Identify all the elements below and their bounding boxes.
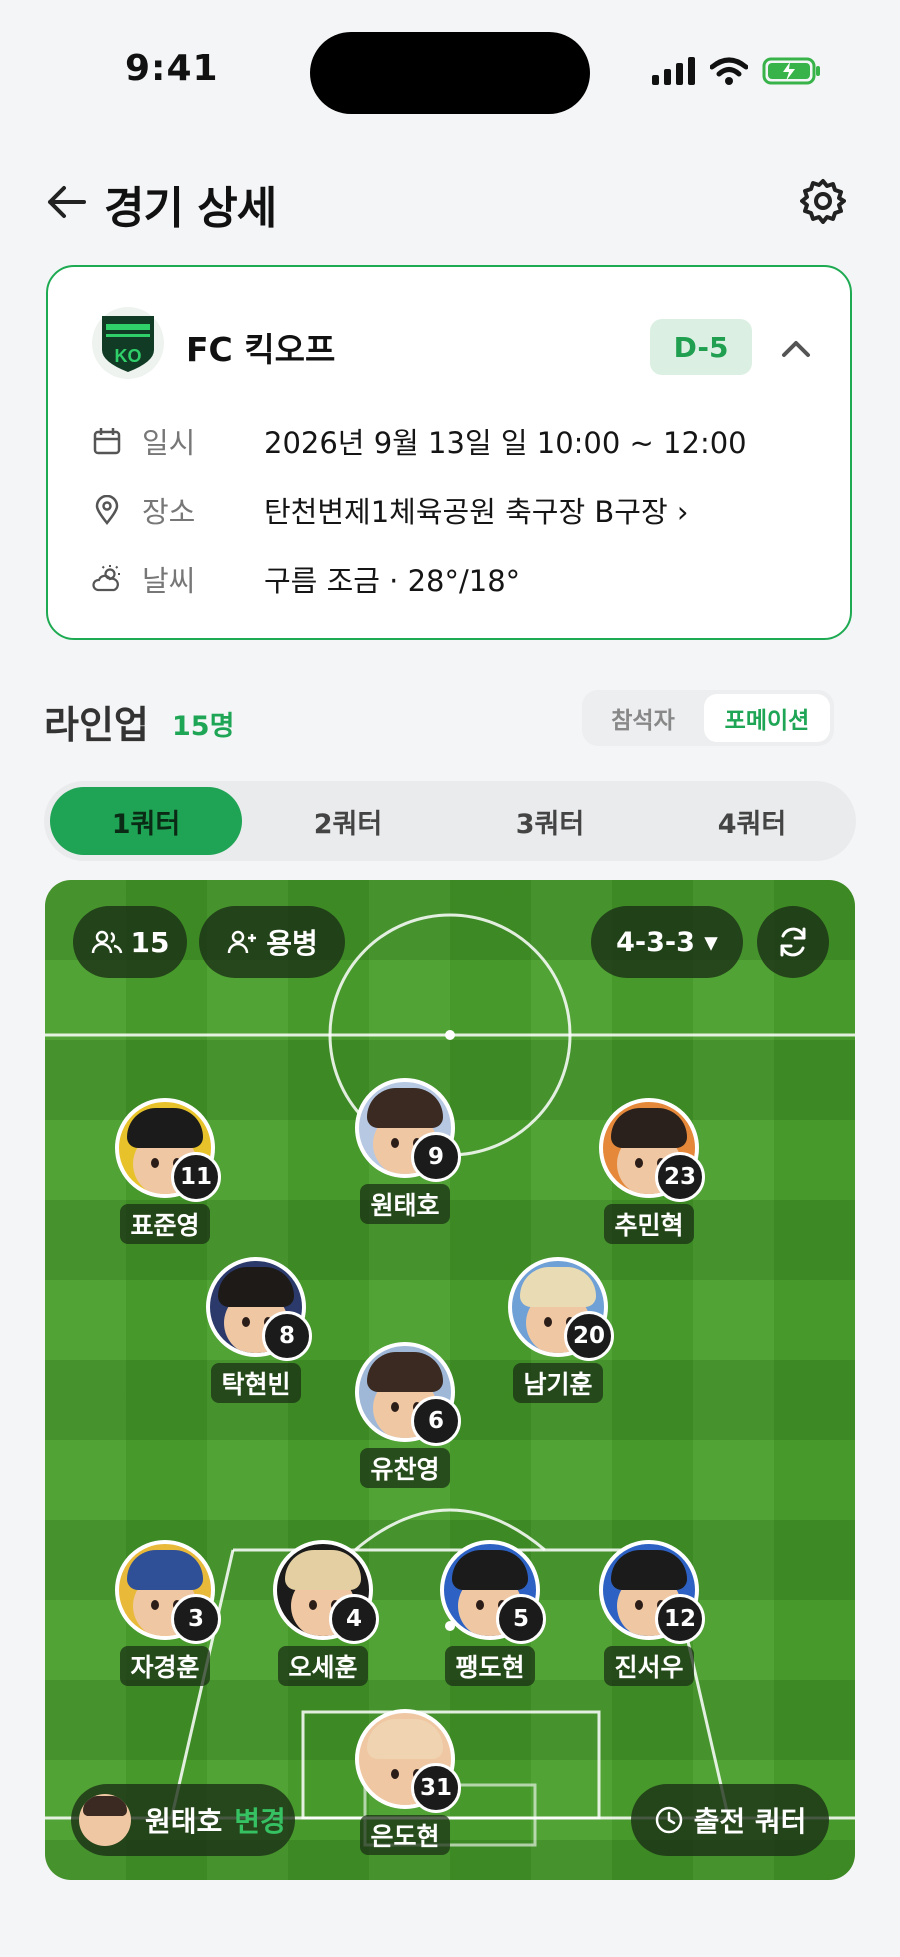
player-marker[interactable]: 11 표준영 bbox=[110, 1098, 221, 1244]
datetime-label: 일시 bbox=[142, 426, 196, 460]
player-name: 팽도현 bbox=[445, 1646, 535, 1686]
tab-quarter-4[interactable]: 4쿼터 bbox=[656, 787, 848, 855]
player-name: 유찬영 bbox=[360, 1448, 450, 1488]
player-marker[interactable]: 9 원태호 bbox=[350, 1078, 461, 1224]
player-name: 은도현 bbox=[360, 1815, 450, 1855]
match-location-row[interactable]: 장소 탄천변제1체육공원 축구장 B구장 › bbox=[92, 488, 688, 532]
player-number-badge: 12 bbox=[655, 1594, 705, 1644]
wifi-icon bbox=[710, 57, 748, 85]
tab-formation[interactable]: 포메이션 bbox=[704, 694, 830, 742]
captain-name: 원태호 bbox=[145, 1805, 223, 1838]
add-guest-button[interactable]: 용병 bbox=[199, 906, 345, 978]
page-title: 경기 상세 bbox=[104, 183, 277, 234]
player-name: 탁현빈 bbox=[211, 1363, 301, 1403]
datetime-value: 2026년 9월 13일 일 10:00 ~ 12:00 bbox=[264, 426, 747, 460]
play-quarter-label: 출전 쿼터 bbox=[693, 1805, 807, 1838]
player-name: 자경훈 bbox=[120, 1646, 210, 1686]
location-pin-icon bbox=[95, 495, 119, 525]
tab-attendees[interactable]: 참석자 bbox=[586, 694, 700, 742]
signal-icon bbox=[652, 57, 695, 85]
player-number-badge: 3 bbox=[171, 1594, 221, 1644]
formation-dropdown[interactable]: 4-3-3 ▾ bbox=[591, 906, 743, 978]
attendees-count-chip[interactable]: 15 bbox=[73, 906, 187, 978]
add-person-icon bbox=[227, 930, 257, 954]
player-marker[interactable]: 6 유찬영 bbox=[350, 1342, 461, 1488]
gear-icon[interactable] bbox=[800, 178, 846, 224]
player-marker[interactable]: 5 팽도현 bbox=[435, 1540, 546, 1686]
match-datetime-row: 일시 2026년 9월 13일 일 10:00 ~ 12:00 bbox=[92, 419, 747, 463]
weather-label: 날씨 bbox=[142, 564, 196, 598]
match-weather-row: 날씨 구름 조금 · 28°/18° bbox=[92, 557, 520, 601]
formation-pitch: 15 용병 4-3-3 ▾ 11 표준영 9 원태호 23 추민혁 8 탁현빈 20 남기훈 6 유찬… bbox=[45, 880, 855, 1880]
refresh-icon bbox=[780, 927, 806, 957]
match-info-card: KO FC 킥오프 D-5 일시 2026년 9월 13일 일 10:00 ~ … bbox=[46, 265, 852, 640]
player-name: 추민혁 bbox=[604, 1204, 694, 1244]
player-number-badge: 4 bbox=[329, 1594, 379, 1644]
player-name: 오세훈 bbox=[278, 1646, 368, 1686]
player-marker[interactable]: 31 은도현 bbox=[350, 1709, 461, 1855]
weather-icon bbox=[92, 565, 120, 592]
captain-chip[interactable]: 원태호 변경 bbox=[71, 1784, 295, 1856]
player-name: 표준영 bbox=[120, 1204, 210, 1244]
change-captain-button[interactable]: 변경 bbox=[234, 1800, 286, 1840]
add-guest-label: 용병 bbox=[266, 927, 318, 960]
status-icons bbox=[652, 56, 822, 86]
player-number-badge: 11 bbox=[171, 1152, 221, 1202]
reset-button[interactable] bbox=[757, 906, 829, 978]
player-number-badge: 23 bbox=[655, 1152, 705, 1202]
player-marker[interactable]: 4 오세훈 bbox=[268, 1540, 379, 1686]
lineup-title: 라인업 bbox=[44, 703, 149, 747]
player-marker[interactable]: 12 진서우 bbox=[594, 1540, 705, 1686]
back-arrow-icon[interactable] bbox=[44, 180, 88, 224]
attendees-count: 15 bbox=[130, 925, 170, 959]
player-name: 원태호 bbox=[360, 1184, 450, 1224]
location-value[interactable]: 탄천변제1체육공원 축구장 B구장 › bbox=[264, 489, 688, 531]
player-number-badge: 9 bbox=[411, 1132, 461, 1182]
quarter-tabs: 1쿼터 2쿼터 3쿼터 4쿼터 bbox=[44, 781, 856, 861]
team-name: FC 킥오프 bbox=[186, 330, 336, 369]
clock-icon bbox=[655, 1806, 682, 1834]
player-number-badge: 5 bbox=[496, 1594, 546, 1644]
player-marker[interactable]: 8 탁현빈 bbox=[201, 1257, 312, 1403]
player-marker[interactable]: 20 남기훈 bbox=[503, 1257, 614, 1403]
calendar-icon bbox=[93, 428, 121, 455]
player-name: 남기훈 bbox=[513, 1363, 603, 1403]
tab-quarter-3[interactable]: 3쿼터 bbox=[454, 787, 646, 855]
dynamic-island bbox=[310, 32, 590, 114]
dday-badge: D-5 bbox=[650, 319, 752, 375]
status-time: 9:41 bbox=[125, 48, 219, 89]
player-number-badge: 8 bbox=[262, 1311, 312, 1361]
people-icon bbox=[91, 930, 122, 954]
captain-avatar bbox=[79, 1794, 131, 1846]
player-number-badge: 31 bbox=[411, 1763, 461, 1813]
tab-quarter-1[interactable]: 1쿼터 bbox=[50, 787, 242, 855]
lineup-count: 15명 bbox=[172, 711, 235, 742]
battery-icon bbox=[762, 57, 820, 85]
view-toggle: 참석자 포메이션 bbox=[582, 690, 834, 746]
player-name: 진서우 bbox=[604, 1646, 694, 1686]
play-quarter-button[interactable]: 출전 쿼터 bbox=[631, 1784, 829, 1856]
weather-value: 구름 조금 · 28°/18° bbox=[264, 564, 521, 598]
player-marker[interactable]: 23 추민혁 bbox=[594, 1098, 705, 1244]
player-marker[interactable]: 3 자경훈 bbox=[110, 1540, 221, 1686]
chevron-up-icon[interactable] bbox=[778, 331, 814, 367]
player-number-badge: 6 bbox=[411, 1396, 461, 1446]
location-label: 장소 bbox=[142, 495, 196, 529]
player-number-badge: 20 bbox=[564, 1311, 614, 1361]
tab-quarter-2[interactable]: 2쿼터 bbox=[252, 787, 444, 855]
svg-text:KO: KO bbox=[115, 346, 142, 366]
team-logo: KO bbox=[92, 307, 164, 379]
